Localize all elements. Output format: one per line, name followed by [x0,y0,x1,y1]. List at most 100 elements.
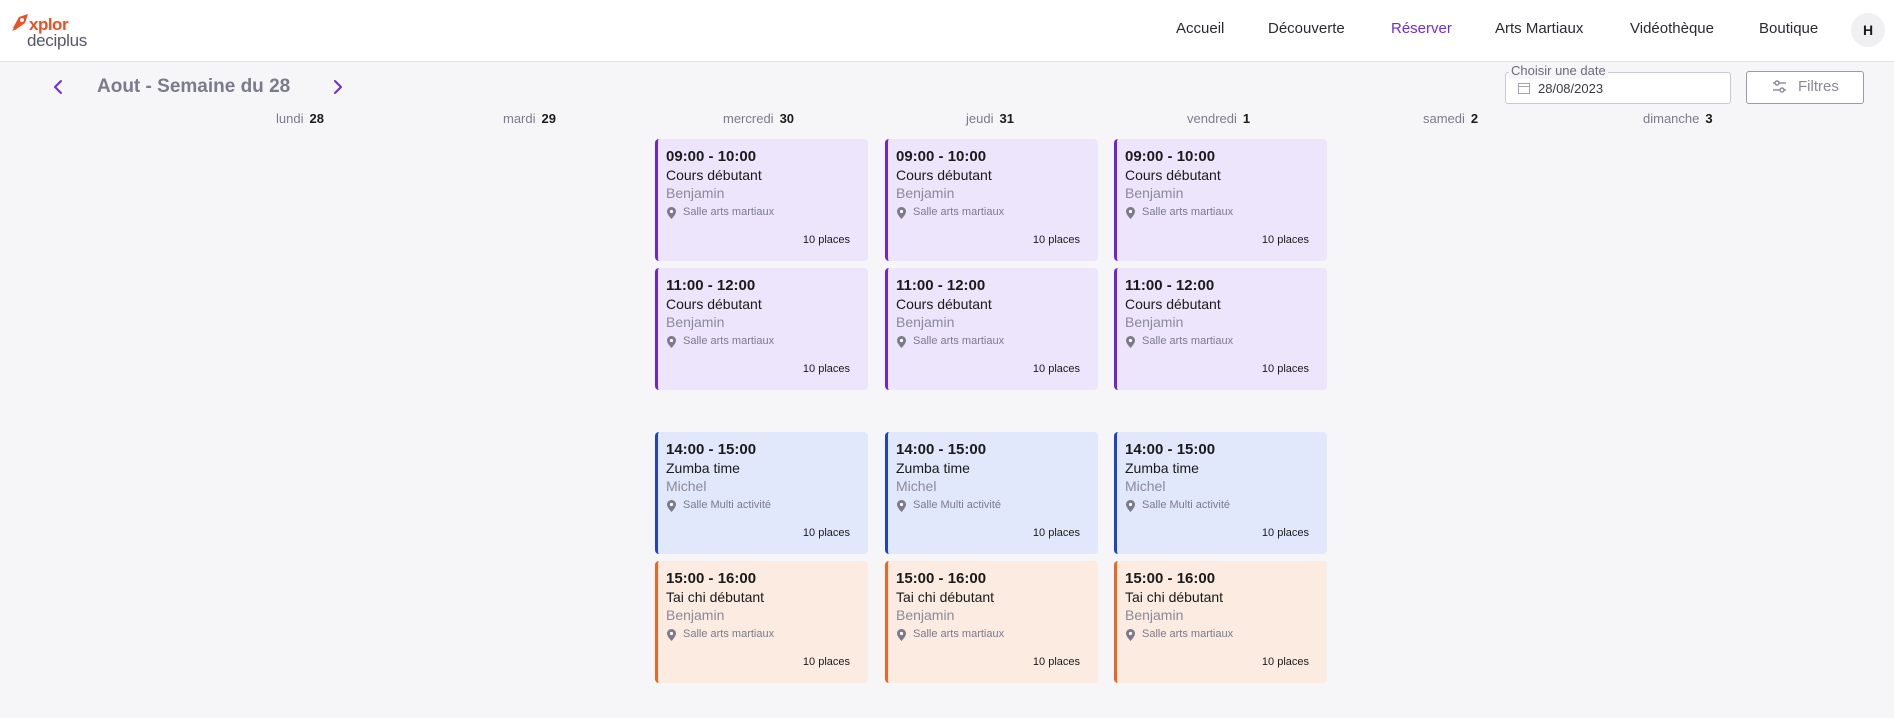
event-card[interactable]: 09:00 - 10:00 Cours débutant Benjamin Sa… [1114,139,1327,261]
event-card[interactable]: 11:00 - 12:00 Cours débutant Benjamin Sa… [885,268,1098,390]
day-number: 3 [1705,111,1713,126]
day-header-mercredi: mercredi 30 [723,111,794,126]
day-name: lundi [276,111,304,126]
day-number: 28 [309,111,324,126]
event-time: 14:00 - 15:00 [1125,441,1216,458]
next-week-button[interactable] [327,77,347,97]
event-room: Salle arts martiaux [913,206,1005,218]
event-places: 10 places [1032,234,1080,246]
day-header-samedi: samedi 2 [1423,111,1478,126]
event-card[interactable]: 09:00 - 10:00 Cours débutant Benjamin Sa… [655,139,868,261]
day-header-jeudi: jeudi 31 [966,111,1014,126]
filters-button[interactable]: Filtres [1746,71,1864,104]
event-places: 10 places [1261,363,1309,375]
location-pin-icon [667,629,676,641]
event-places: 10 places [1032,363,1080,375]
event-places: 10 places [802,656,850,668]
day-number: 31 [999,111,1014,126]
event-card[interactable]: 15:00 - 16:00 Tai chi débutant Benjamin … [885,561,1098,683]
event-title: Cours débutant [896,296,992,312]
event-room: Salle arts martiaux [913,335,1005,347]
nav-decouverte[interactable]: Découverte [1268,20,1345,37]
nav-accueil[interactable]: Accueil [1176,20,1224,37]
day-header-vendredi: vendredi 1 [1187,111,1250,126]
nav-boutique[interactable]: Boutique [1759,20,1818,37]
event-card[interactable]: 15:00 - 16:00 Tai chi débutant Benjamin … [1114,561,1327,683]
event-coach: Benjamin [896,314,955,330]
event-title: Tai chi débutant [666,589,765,605]
event-room: Salle arts martiaux [683,335,775,347]
event-title: Cours débutant [666,296,762,312]
event-places: 10 places [802,527,850,539]
location-pin-icon [897,500,906,512]
event-card[interactable]: 09:00 - 10:00 Cours débutant Benjamin Sa… [885,139,1098,261]
location-pin-icon [1126,629,1135,641]
event-places: 10 places [1261,527,1309,539]
event-time: 09:00 - 10:00 [1125,148,1216,165]
event-coach: Benjamin [666,607,725,623]
day-name: jeudi [966,111,994,126]
event-room: Salle arts martiaux [913,628,1005,640]
event-time: 14:00 - 15:00 [666,441,757,458]
filters-label: Filtres [1798,78,1839,95]
event-coach: Benjamin [1125,607,1184,623]
main-nav: Accueil Découverte Réserver Arts Martiau… [0,20,1894,40]
event-card[interactable]: 15:00 - 16:00 Tai chi débutant Benjamin … [655,561,868,683]
event-coach: Benjamin [896,607,955,623]
event-time: 11:00 - 12:00 [896,277,986,294]
day-header-lundi: lundi 28 [276,111,324,126]
nav-videotheque[interactable]: Vidéothèque [1630,20,1714,37]
date-picker-value: 28/08/2023 [1538,81,1604,96]
location-pin-icon [667,336,676,348]
event-coach: Benjamin [666,314,725,330]
event-room: Salle Multi activité [683,499,772,511]
day-header-mardi: mardi 29 [503,111,556,126]
calendar-icon [1518,83,1530,94]
day-number: 29 [541,111,556,126]
event-room: Salle arts martiaux [1142,628,1234,640]
day-name: mercredi [723,111,774,126]
event-time: 15:00 - 16:00 [666,570,757,587]
location-pin-icon [1126,207,1135,219]
location-pin-icon [667,500,676,512]
day-name: samedi [1423,111,1465,126]
location-pin-icon [897,336,906,348]
chevron-left-icon [54,80,62,94]
event-title: Cours débutant [1125,296,1221,312]
date-picker-label: Choisir une date [1509,63,1608,79]
nav-arts-martiaux[interactable]: Arts Martiaux [1495,20,1583,37]
event-title: Zumba time [1125,460,1199,476]
event-card[interactable]: 11:00 - 12:00 Cours débutant Benjamin Sa… [1114,268,1327,390]
event-title: Tai chi débutant [1125,589,1224,605]
nav-reserver[interactable]: Réserver [1391,20,1452,37]
day-name: mardi [503,111,536,126]
day-name: vendredi [1187,111,1237,126]
location-pin-icon [667,207,676,219]
event-room: Salle arts martiaux [1142,206,1234,218]
event-title: Zumba time [896,460,970,476]
event-coach: Michel [1125,478,1166,494]
event-room: Salle arts martiaux [683,628,775,640]
event-room: Salle Multi activité [1142,499,1231,511]
event-room: Salle Multi activité [913,499,1002,511]
event-time: 11:00 - 12:00 [666,277,756,294]
event-coach: Benjamin [1125,185,1184,201]
top-navbar: xplor deciplus Accueil Découverte Réserv… [0,0,1894,62]
event-card[interactable]: 11:00 - 12:00 Cours débutant Benjamin Sa… [655,268,868,390]
prev-week-button[interactable] [49,77,69,97]
day-number: 1 [1242,111,1251,126]
event-time: 11:00 - 12:00 [1125,277,1215,294]
event-coach: Benjamin [666,185,725,201]
event-card[interactable]: 14:00 - 15:00 Zumba time Michel Salle Mu… [1114,432,1327,554]
chevron-right-icon [334,80,342,94]
event-card[interactable]: 14:00 - 15:00 Zumba time Michel Salle Mu… [655,432,868,554]
day-name: dimanche [1643,111,1700,126]
event-card[interactable]: 14:00 - 15:00 Zumba time Michel Salle Mu… [885,432,1098,554]
date-picker-field[interactable]: Choisir une date 28/08/2023 [1505,63,1731,104]
location-pin-icon [897,207,906,219]
event-coach: Benjamin [1125,314,1184,330]
event-places: 10 places [802,234,850,246]
event-title: Tai chi débutant [896,589,995,605]
user-avatar[interactable]: H [1851,13,1885,47]
location-pin-icon [897,629,906,641]
